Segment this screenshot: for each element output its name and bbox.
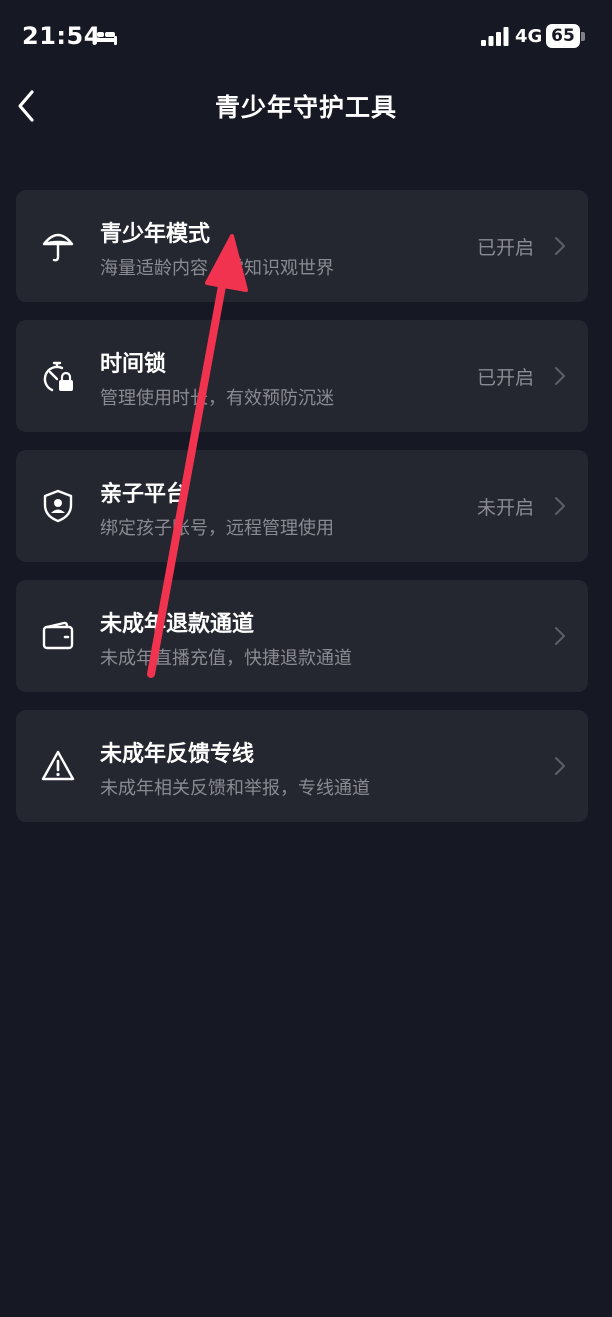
- warning-icon: [41, 750, 75, 781]
- page-title: 青少年守护工具: [214, 93, 397, 122]
- menu-item-subtitle: 未成年相关反馈和举报，专线通道: [100, 778, 370, 799]
- menu-item-minor-feedback[interactable]: 未成年反馈专线 未成年相关反馈和举报，专线通道: [16, 710, 588, 822]
- chevron-right-icon: [555, 367, 565, 385]
- wallet-icon: [42, 621, 74, 650]
- menu-item-title: 未成年退款通道: [100, 612, 255, 637]
- chevron-right-icon: [555, 237, 565, 255]
- umbrella-icon: [42, 233, 74, 262]
- menu-item-parent-platform[interactable]: 亲子平台 绑定孩子账号，远程管理使用 未开启: [16, 450, 588, 562]
- menu-item-title: 亲子平台: [100, 482, 189, 507]
- status-label: 已开启: [476, 237, 534, 259]
- chevron-right-icon: [555, 757, 565, 775]
- menu-item-subtitle: 海量适龄内容，学知识观世界: [100, 258, 334, 279]
- navigation-header: 青少年守护工具: [0, 74, 612, 138]
- menu-item-title: 青少年模式: [100, 222, 211, 247]
- chevron-right-icon: [555, 497, 565, 515]
- battery-indicator: 65: [546, 24, 580, 48]
- signal-icon: [481, 27, 509, 46]
- menu-item-title: 时间锁: [100, 352, 167, 377]
- network-type: 4G: [515, 26, 543, 47]
- guardian-tools-list: 青少年模式 海量适龄内容，学知识观世界 已开启 时间锁 管理使用时长，有效预防沉…: [16, 190, 588, 840]
- menu-item-subtitle: 绑定孩子账号，远程管理使用: [100, 518, 334, 539]
- timer-lock-icon: [43, 361, 73, 392]
- status-time: 21:54: [22, 22, 101, 50]
- bed-icon: [93, 30, 117, 45]
- status-bar: 21:54 4G 65: [0, 0, 612, 74]
- menu-item-minor-refund[interactable]: 未成年退款通道 未成年直播充值，快捷退款通道: [16, 580, 588, 692]
- menu-item-teen-mode[interactable]: 青少年模式 海量适龄内容，学知识观世界 已开启: [16, 190, 588, 302]
- status-label: 已开启: [476, 367, 534, 389]
- menu-item-subtitle: 未成年直播充值，快捷退款通道: [100, 648, 352, 669]
- shield-user-icon: [43, 489, 73, 523]
- status-label: 未开启: [476, 497, 534, 519]
- menu-item-subtitle: 管理使用时长，有效预防沉迷: [100, 388, 334, 409]
- menu-item-title: 未成年反馈专线: [100, 742, 255, 767]
- chevron-right-icon: [555, 627, 565, 645]
- menu-item-time-lock[interactable]: 时间锁 管理使用时长，有效预防沉迷 已开启: [16, 320, 588, 432]
- battery-tip: [581, 32, 585, 41]
